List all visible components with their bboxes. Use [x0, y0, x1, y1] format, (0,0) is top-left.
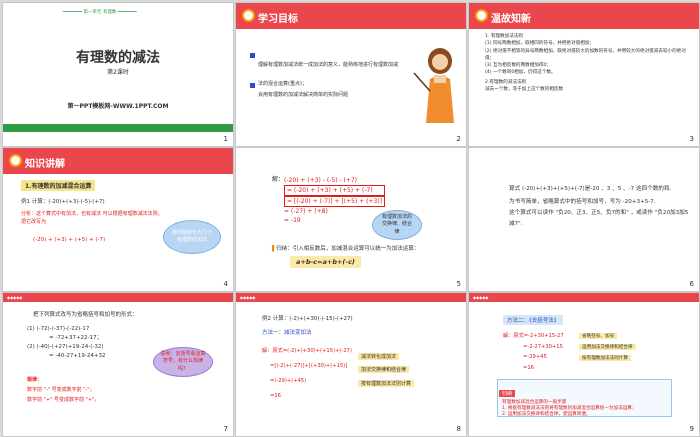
steps-block: 解：原式=(-2)+(+30)+(+15)+(-27) =[(-2)+(-27)… [262, 344, 352, 404]
header-circle-icon [9, 154, 22, 167]
paragraph-3: 这个算式可以读作 "负20、正3、正5、负7的和" ，或读作 "负20加3加5减… [509, 210, 689, 227]
rule-2: 数字前 "+" 号变成数字前 "+"。 [27, 397, 100, 403]
summary-text: ▌归纳：引入相反数后，加减混合运算可以统一为加法运算： [272, 246, 420, 252]
green-bar [3, 124, 233, 132]
section-label: 1.有理数的加减混合运算 [21, 180, 96, 191]
header-title: 知识讲解 [25, 159, 65, 170]
solution-label: 解： [272, 176, 285, 183]
note-1: 省略括号、加号 [579, 333, 618, 339]
slide-header: ◆◆◆◆◆ [236, 293, 466, 302]
summary-box: 归纳 有理数加减混合运算的一般步骤 1. 根据有理数减法法则将有理数的加减混合运… [497, 379, 672, 417]
formula-box: a+b-c=a+b+(-c) [290, 256, 361, 268]
analysis-text: 分析：这个算式中有加法，也有减法 可以根据有理数减法法则，把它改写为 [21, 211, 163, 225]
step: =[(-2)+(-27)]+[(+30)+(+15)] [270, 363, 348, 369]
line: = -72+37+22-17； [49, 335, 103, 341]
step: =(-29)+(+45) [270, 378, 307, 384]
line: 1. 有理数加法法则 [485, 34, 524, 39]
note-3: 按有理数加法法则计算 [358, 380, 415, 387]
prompt-text: 把下列算式改写为省略括号和加号的形式： [33, 312, 138, 318]
example-text: 例1 计算：(-20)+(+3)-(-5)-(+7) [21, 199, 105, 205]
rule-title: 规律： [27, 377, 43, 383]
step: = (-20) + (+3) + (+5) + (-7) [284, 185, 386, 196]
top-tag: ━━━━━━━ 第一单元 有理数 ━━━━━━━ [63, 10, 137, 15]
note-3: 按有理数加法法则计算 [579, 355, 631, 361]
slide-7-thumbnail[interactable]: ◆◆◆◆◆ 把下列算式改写为省略括号和加号的形式： (1) (-72)-(-37… [3, 293, 233, 436]
slide-header: 温故知新 [469, 3, 699, 29]
slide-1-thumbnail[interactable]: ━━━━━━━ 第一单元 有理数 ━━━━━━━ 有理数的减法 第2课时 第一P… [3, 3, 233, 146]
step: 解：原式=(-2)+(+30)+(+15)+(-27) [262, 348, 352, 354]
step: = -19 [284, 217, 301, 224]
slide-number: 8 [456, 425, 461, 433]
step: =16 [523, 364, 534, 371]
hint-cloud: 使问题转化为几个有理数的加法 [163, 220, 221, 254]
steps-block: (-20) + (+3) - (-5) - (+7) = (-20) + (+3… [284, 176, 386, 225]
paragraph-1: 算式 (-20)+(+3)+(+5)+(-7)是-20 、3 、5 、-7 这四… [509, 186, 672, 192]
slide-2-thumbnail[interactable]: 学习目标 理解有理数加减法统一成加法的意义，能熟练地进行有理数加减法的混合运算(… [236, 3, 466, 146]
summary-line: 2. 运用加法交换律和结合律，使运算简便。 [502, 412, 591, 417]
step: =-2-27+30+15 [523, 343, 563, 350]
content-block: 1. 有理数加法法则 (1) 同号两数相加，取相同的符号，并把绝对值相加； (2… [485, 33, 690, 93]
step: 解：原式=-2+30+15-27 [503, 333, 564, 339]
step: =16 [270, 393, 281, 399]
slide-header: ◆◆◆◆◆ [3, 293, 233, 302]
example-text: 例2 计算：(-2)+(+30)-(-15)-(+27) [262, 316, 353, 322]
slide-number: 3 [689, 135, 694, 143]
footer-text: 第一PPT模板网-WWW.1PPT.COM [67, 103, 169, 110]
step: = [(-20) + (-7)] + [(+5) + (+3)] [284, 196, 386, 207]
note-2: 运用加法交换律和结合律 [579, 344, 636, 350]
line: (3) 互为相反数的两数相加得0； [485, 63, 552, 69]
note-2: 加法交换律和结合律 [358, 366, 410, 373]
slide-header: 学习目标 [236, 3, 466, 29]
slide-number: 1 [223, 135, 228, 143]
line: (4) 一个数同0相加，仍得这个数。 [485, 70, 556, 76]
slide-4-thumbnail[interactable]: 知识讲解 1.有理数的加减混合运算 例1 计算：(-20)+(+3)-(-5)-… [3, 148, 233, 291]
slide-header: 知识讲解 [3, 148, 233, 174]
slide-number: 2 [456, 135, 461, 143]
step: = (-27) + (+8) [284, 208, 328, 215]
line: 2.有理数的减法法则 [485, 79, 527, 85]
slide-subtitle: 第2课时 [107, 69, 129, 76]
method-label: 方法一：减法变加法 [262, 330, 312, 336]
line: (1) 同号两数相加，取相同的符号，并把绝对值相加； [485, 41, 595, 47]
slide-title: 有理数的减法 [76, 50, 160, 66]
steps-block: 解：原式=-2+30+15-27 =-2-27+30+15 =-29+45 =1… [503, 331, 564, 373]
method-label: 方法二：《去括号法》 [503, 315, 564, 325]
rule-1: 数字前 "-" 号变成数字前 "-"； [27, 387, 95, 393]
header-title: 温故知新 [491, 14, 531, 25]
header-circle-icon [242, 9, 255, 22]
slide-5-thumbnail[interactable]: 解： (-20) + (+3) - (-5) - (+7) = (-20) + … [236, 148, 466, 291]
slide-3-thumbnail[interactable]: 温故知新 1. 有理数加法法则 (1) 同号两数相加，取相同的符号，并把绝对值相… [469, 3, 699, 146]
line: (2) (-40)-(+27)+19-24-(-32) [27, 344, 104, 350]
goal-2: 会用有理数的加减法解决简单的实际问题 [250, 81, 398, 100]
header-circle-icon [475, 9, 488, 22]
line: (1) (-72)-(-37)-(-22)-17 [27, 326, 90, 332]
paragraph-2: 为书写简单，省略算式中的括号和加号，写为 -20+3+5-7. [509, 199, 656, 205]
hint-cloud: 有理数加法的交换律、结合律 [372, 210, 422, 240]
step: (-20) + (+3) - (-5) - (+7) [284, 177, 357, 184]
slide-number: 4 [223, 280, 228, 288]
slide-header: ◆◆◆◆◆ [469, 293, 699, 302]
slide-number: 5 [456, 280, 461, 288]
slide-9-thumbnail[interactable]: ◆◆◆◆◆ 方法二：《去括号法》 解：原式=-2+30+15-27 =-2-27… [469, 293, 699, 436]
slide-number: 9 [689, 425, 694, 433]
header-title: 学习目标 [258, 14, 298, 25]
summary-title: 归纳 [499, 390, 516, 397]
lines-block: (1) (-72)-(-37)-(-22)-17 = -72+37+22-17；… [27, 325, 106, 361]
slide-8-thumbnail[interactable]: ◆◆◆◆◆ 例2 计算：(-2)+(+30)-(-15)-(+27) 方法一：减… [236, 293, 466, 436]
think-cloud: 思考：去括号看运算符号，有什么规律吗？ [153, 347, 213, 377]
line: 减去一个数，等于加上这个数的相反数 [485, 87, 564, 93]
teacher-illustration-icon [413, 48, 454, 123]
note-1: 减法转化成加法 [358, 353, 400, 360]
line: (2) 绝对值不相等的异号两数相加，取绝对值较大的加数的符号，并用较大的绝对值减… [485, 48, 686, 61]
rewrite-expression: (-20) + (+3) + (+5) + (-7) [33, 237, 106, 243]
slide-6-thumbnail[interactable]: 算式 (-20)+(+3)+(+5)+(-7)是-20 、3 、5 、-7 这四… [469, 148, 699, 291]
slide-number: 7 [223, 425, 228, 433]
line: = -40-27+19-24+32 [49, 353, 106, 359]
slide-number: 6 [689, 280, 694, 288]
paragraph-block: 算式 (-20)+(+3)+(+5)+(-7)是-20 、3 、5 、-7 这四… [509, 184, 689, 230]
step: =-29+45 [523, 354, 547, 360]
